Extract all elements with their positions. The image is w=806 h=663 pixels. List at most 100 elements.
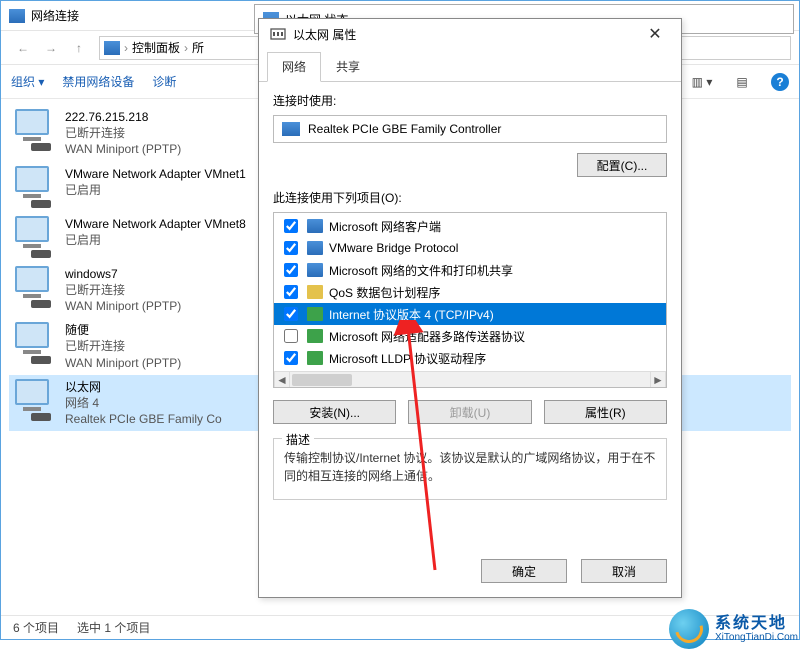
horizontal-scrollbar[interactable]: ◄ ► <box>274 371 666 387</box>
protocol-listbox[interactable]: Microsoft 网络客户端 VMware Bridge Protocol Mic… <box>273 212 667 388</box>
protocol-icon <box>307 351 323 365</box>
organize-menu[interactable]: 组织 ▾ <box>11 73 44 90</box>
protocol-label: VMware Bridge Protocol <box>329 241 458 255</box>
protocol-label: Microsoft 网络客户端 <box>329 218 441 235</box>
tab-strip: 网络 共享 <box>259 51 681 82</box>
breadcrumb-item[interactable]: 所 <box>192 39 204 56</box>
protocol-label: Microsoft 网络适配器多路传送器协议 <box>329 328 525 345</box>
protocol-checkbox[interactable] <box>284 241 298 255</box>
scrollbar-thumb[interactable] <box>292 374 352 386</box>
connection-name: 222.76.215.218 <box>65 109 181 125</box>
connection-icon <box>13 266 55 308</box>
nic-name: Realtek PCIe GBE Family Controller <box>308 122 501 136</box>
tab-sharing[interactable]: 共享 <box>321 52 375 82</box>
view-dropdown-icon[interactable]: ▥ ▾ <box>691 71 713 93</box>
connection-name: 以太网 <box>65 379 222 395</box>
connection-status: 已断开连接 <box>65 125 181 141</box>
connection-status: 已启用 <box>65 232 246 248</box>
help-icon[interactable]: ? <box>771 73 789 91</box>
properties-button[interactable]: 属性(R) <box>544 400 667 424</box>
ok-button[interactable]: 确定 <box>481 559 567 583</box>
dialog-titlebar: 以太网 属性 ✕ <box>259 19 681 49</box>
dialog-footer: 确定 取消 <box>259 549 681 597</box>
globe-icon <box>669 609 709 649</box>
connection-status: 已断开连接 <box>65 282 181 298</box>
connection-name: windows7 <box>65 266 181 282</box>
protocol-icon <box>307 285 323 299</box>
chevron-right-icon: › <box>124 41 128 55</box>
cancel-button[interactable]: 取消 <box>581 559 667 583</box>
breadcrumb-item[interactable]: 控制面板 <box>132 39 180 56</box>
items-label: 此连接使用下列项目(O): <box>273 189 667 206</box>
ethernet-icon <box>269 25 287 43</box>
details-pane-icon[interactable]: ▤ <box>731 71 753 93</box>
connection-device: WAN Miniport (PPTP) <box>65 355 181 371</box>
protocol-label: Microsoft 网络的文件和打印机共享 <box>329 262 513 279</box>
location-icon <box>104 41 120 55</box>
uninstall-button: 卸载(U) <box>408 400 531 424</box>
disable-device-button[interactable]: 禁用网络设备 <box>62 73 134 90</box>
connect-using-label: 连接时使用: <box>273 92 667 109</box>
protocol-checkbox[interactable] <box>284 219 298 233</box>
diagnose-button[interactable]: 诊断 <box>152 73 176 90</box>
protocol-item[interactable]: Microsoft 网络客户端 <box>274 215 666 237</box>
connection-status: 网络 4 <box>65 395 222 411</box>
protocol-item[interactable]: Microsoft LLDP 协议驱动程序 <box>274 347 666 369</box>
nic-icon <box>282 122 300 136</box>
connection-device: Realtek PCIe GBE Family Co <box>65 411 222 427</box>
protocol-icon <box>307 329 323 343</box>
description-group: 描述 传输控制协议/Internet 协议。该协议是默认的广域网络协议，用于在不… <box>273 438 667 500</box>
scroll-left-icon[interactable]: ◄ <box>274 372 290 388</box>
protocol-icon <box>307 307 323 321</box>
chevron-right-icon: › <box>184 41 188 55</box>
scroll-right-icon[interactable]: ► <box>650 372 666 388</box>
app-icon <box>9 9 25 23</box>
connection-device: WAN Miniport (PPTP) <box>65 141 181 157</box>
protocol-label: QoS 数据包计划程序 <box>329 284 440 301</box>
protocol-label: Microsoft LLDP 协议驱动程序 <box>329 350 486 367</box>
watermark-en: XiTongTianDi.Com <box>715 632 798 643</box>
protocol-icon <box>307 241 323 255</box>
description-legend: 描述 <box>282 431 314 448</box>
connection-icon <box>13 379 55 421</box>
connection-icon <box>13 216 55 258</box>
watermark-cn: 系统天地 <box>715 615 798 633</box>
tab-network[interactable]: 网络 <box>267 52 321 82</box>
protocol-checkbox[interactable] <box>284 329 298 343</box>
nic-display: Realtek PCIe GBE Family Controller <box>273 115 667 143</box>
protocol-checkbox[interactable] <box>284 285 298 299</box>
protocol-label: Internet 协议版本 4 (TCP/IPv4) <box>329 306 494 323</box>
connection-device: WAN Miniport (PPTP) <box>65 298 181 314</box>
close-button[interactable]: ✕ <box>639 22 671 46</box>
selected-count: 选中 1 个项目 <box>77 619 150 636</box>
connection-status: 已启用 <box>65 182 246 198</box>
connection-name: 随便 <box>65 322 181 338</box>
protocol-icon <box>307 263 323 277</box>
ethernet-properties-dialog: 以太网 属性 ✕ 网络 共享 连接时使用: Realtek PCIe GBE F… <box>258 18 682 598</box>
protocol-item[interactable]: Internet 协议版本 4 (TCP/IPv4) <box>274 303 666 325</box>
protocol-checkbox[interactable] <box>284 307 298 321</box>
connection-name: VMware Network Adapter VMnet1 <box>65 166 246 182</box>
dialog-title: 以太网 属性 <box>293 26 639 43</box>
protocol-checkbox[interactable] <box>284 263 298 277</box>
connection-icon <box>13 166 55 208</box>
item-count: 6 个项目 <box>13 619 59 636</box>
up-button[interactable]: ↑ <box>65 35 93 61</box>
description-text: 传输控制协议/Internet 协议。该协议是默认的广域网络协议，用于在不同的相… <box>284 449 656 485</box>
protocol-icon <box>307 219 323 233</box>
connection-icon <box>13 109 55 151</box>
protocol-item[interactable]: Microsoft 网络的文件和打印机共享 <box>274 259 666 281</box>
connection-name: VMware Network Adapter VMnet8 <box>65 216 246 232</box>
dialog-body: 连接时使用: Realtek PCIe GBE Family Controlle… <box>259 82 681 549</box>
protocol-item[interactable]: VMware Bridge Protocol <box>274 237 666 259</box>
connection-status: 已断开连接 <box>65 338 181 354</box>
watermark-logo: 系统天地 XiTongTianDi.Com <box>669 609 798 649</box>
protocol-item[interactable]: QoS 数据包计划程序 <box>274 281 666 303</box>
configure-button[interactable]: 配置(C)... <box>577 153 667 177</box>
protocol-checkbox[interactable] <box>284 351 298 365</box>
connection-icon <box>13 322 55 364</box>
back-button[interactable]: ← <box>9 35 37 61</box>
install-button[interactable]: 安装(N)... <box>273 400 396 424</box>
forward-button[interactable]: → <box>37 35 65 61</box>
protocol-item[interactable]: Microsoft 网络适配器多路传送器协议 <box>274 325 666 347</box>
